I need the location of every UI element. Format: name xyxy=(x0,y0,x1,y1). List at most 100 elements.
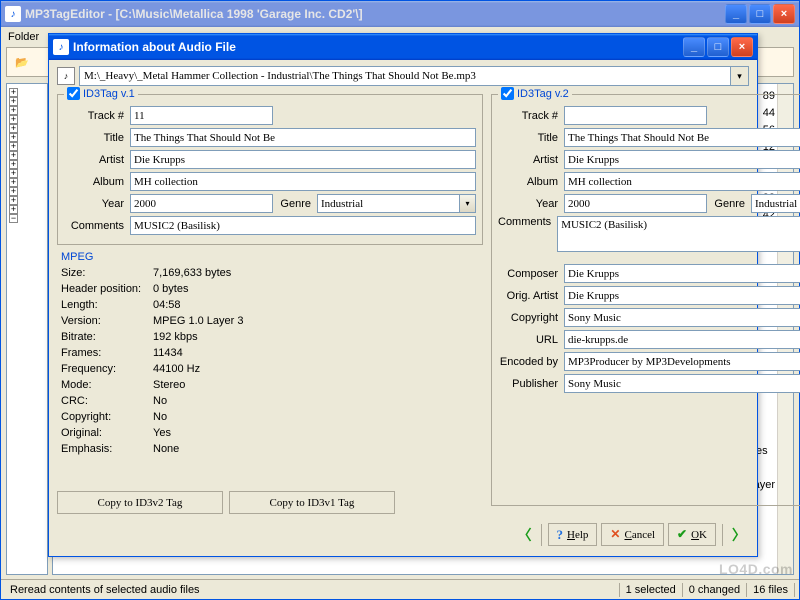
dialog-title: Information about Audio File xyxy=(73,40,683,54)
ok-button[interactable]: ✔OK xyxy=(668,523,716,546)
id3v2-legend: ID3Tag v.2 xyxy=(517,88,569,100)
id3v2-url-input[interactable] xyxy=(564,330,800,349)
status-selected: 1 selected xyxy=(619,583,683,597)
id3v2-comments-input[interactable] xyxy=(557,216,800,252)
id3v2-checkbox[interactable] xyxy=(501,87,514,100)
label-copyright: Copyright xyxy=(498,312,564,324)
label-composer: Composer xyxy=(498,268,564,280)
mpeg-value: No xyxy=(153,394,479,409)
id3v1-legend: ID3Tag v.1 xyxy=(83,88,135,100)
mpeg-value: 0 bytes xyxy=(153,282,479,297)
info-dialog: ♪ Information about Audio File _ □ × ♪ ▾… xyxy=(48,33,758,557)
next-file-button[interactable]: 〉 xyxy=(729,523,749,546)
id3v1-artist-input[interactable] xyxy=(130,150,476,169)
watermark: LO4D.com xyxy=(719,561,793,577)
mpeg-value: 44100 Hz xyxy=(153,362,479,377)
copy-to-id3v1-button[interactable]: Copy to ID3v1 Tag xyxy=(229,491,395,514)
dialog-icon: ♪ xyxy=(53,39,69,55)
status-changed: 0 changed xyxy=(682,583,747,597)
mpeg-label: Copyright: xyxy=(61,410,153,425)
mpeg-value: None xyxy=(153,442,479,457)
id3v2-genre-input[interactable] xyxy=(751,194,800,213)
label-title: Title xyxy=(64,132,130,144)
id3v2-encoded-by-input[interactable] xyxy=(564,352,800,371)
id3v1-comments-input[interactable] xyxy=(130,216,476,235)
filepath-dropdown-button[interactable]: ▾ xyxy=(731,66,749,86)
folder-label: Folder xyxy=(8,31,39,43)
mpeg-value: 7,169,633 bytes xyxy=(153,266,479,281)
id3v2-group: ID3Tag v.2 Track # Title Artist Album Ye… xyxy=(491,94,800,506)
main-title: MP3TagEditor - [C:\Music\Metallica 1998 … xyxy=(25,7,725,21)
dialog-titlebar: ♪ Information about Audio File _ □ × xyxy=(49,34,757,60)
mpeg-value: 11434 xyxy=(153,346,479,361)
mpeg-heading: MPEG xyxy=(61,251,483,263)
main-maximize-button[interactable]: □ xyxy=(749,4,771,24)
dialog-close-button[interactable]: × xyxy=(731,37,753,57)
label-url: URL xyxy=(498,334,564,346)
copy-to-id3v2-button[interactable]: Copy to ID3v2 Tag xyxy=(57,491,223,514)
id3v2-copyright-input[interactable] xyxy=(564,308,800,327)
mpeg-value: 192 kbps xyxy=(153,330,479,345)
cancel-icon: ✕ xyxy=(610,527,620,542)
status-files: 16 files xyxy=(746,583,795,597)
dialog-maximize-button[interactable]: □ xyxy=(707,37,729,57)
file-type-icon: ♪ xyxy=(57,67,75,85)
label-orig-artist: Orig. Artist xyxy=(498,290,564,302)
label-track: Track # xyxy=(498,110,564,122)
prev-file-button[interactable]: 〈 xyxy=(515,523,535,546)
mpeg-label: Size: xyxy=(61,266,153,281)
id3v2-title-input[interactable] xyxy=(564,128,800,147)
label-year: Year xyxy=(498,198,564,210)
id3v2-album-input[interactable] xyxy=(564,172,800,191)
label-publisher: Publisher xyxy=(498,378,564,390)
label-album: Album xyxy=(498,176,564,188)
tree-item[interactable]: − xyxy=(9,214,45,223)
mpeg-label: Original: xyxy=(61,426,153,441)
label-artist: Artist xyxy=(64,154,130,166)
main-close-button[interactable]: × xyxy=(773,4,795,24)
collapse-icon[interactable]: − xyxy=(9,214,18,223)
label-comments: Comments xyxy=(498,216,557,228)
id3v1-genre-dropdown[interactable]: ▾ xyxy=(460,194,476,213)
mpeg-value: No xyxy=(153,410,479,425)
help-button[interactable]: ?HHelpelp xyxy=(548,523,598,546)
help-icon: ? xyxy=(557,527,564,543)
id3v2-track-input[interactable] xyxy=(564,106,707,125)
mpeg-label: Frames: xyxy=(61,346,153,361)
id3v1-genre-input[interactable] xyxy=(317,194,460,213)
id3v2-composer-input[interactable] xyxy=(564,264,800,283)
id3v1-album-input[interactable] xyxy=(130,172,476,191)
main-minimize-button[interactable]: _ xyxy=(725,4,747,24)
folder-tree[interactable]: + + + + + + + + + + + + + + − xyxy=(6,83,48,575)
label-genre: Genre xyxy=(273,198,317,210)
label-track: Track # xyxy=(64,110,130,122)
id3v2-year-input[interactable] xyxy=(564,194,707,213)
mpeg-label: CRC: xyxy=(61,394,153,409)
mpeg-label: Length: xyxy=(61,298,153,313)
label-year: Year xyxy=(64,198,130,210)
label-comments: Comments xyxy=(64,220,130,232)
label-album: Album xyxy=(64,176,130,188)
dialog-minimize-button[interactable]: _ xyxy=(683,37,705,57)
id3v1-track-input[interactable] xyxy=(130,106,273,125)
id3v2-publisher-input[interactable] xyxy=(564,374,800,393)
id3v2-orig-artist-input[interactable] xyxy=(564,286,800,305)
mpeg-info: MPEG Size:7,169,633 bytesHeader position… xyxy=(57,251,483,457)
label-title: Title xyxy=(498,132,564,144)
id3v2-artist-input[interactable] xyxy=(564,150,800,169)
mpeg-value: 04:58 xyxy=(153,298,479,313)
mpeg-label: Mode: xyxy=(61,378,153,393)
cancel-button[interactable]: ✕Cancel xyxy=(601,523,664,546)
ok-icon: ✔ xyxy=(677,527,687,542)
id3v1-checkbox[interactable] xyxy=(67,87,80,100)
mpeg-value: Stereo xyxy=(153,378,479,393)
mpeg-label: Header position: xyxy=(61,282,153,297)
id3v1-title-input[interactable] xyxy=(130,128,476,147)
id3v1-year-input[interactable] xyxy=(130,194,273,213)
tree-item[interactable] xyxy=(9,223,45,241)
filepath-input[interactable] xyxy=(79,66,731,86)
mpeg-label: Emphasis: xyxy=(61,442,153,457)
folder-open-icon[interactable]: 📂 xyxy=(11,51,33,73)
status-bar: Reread contents of selected audio files … xyxy=(1,579,799,599)
mpeg-value: Yes xyxy=(153,426,479,441)
